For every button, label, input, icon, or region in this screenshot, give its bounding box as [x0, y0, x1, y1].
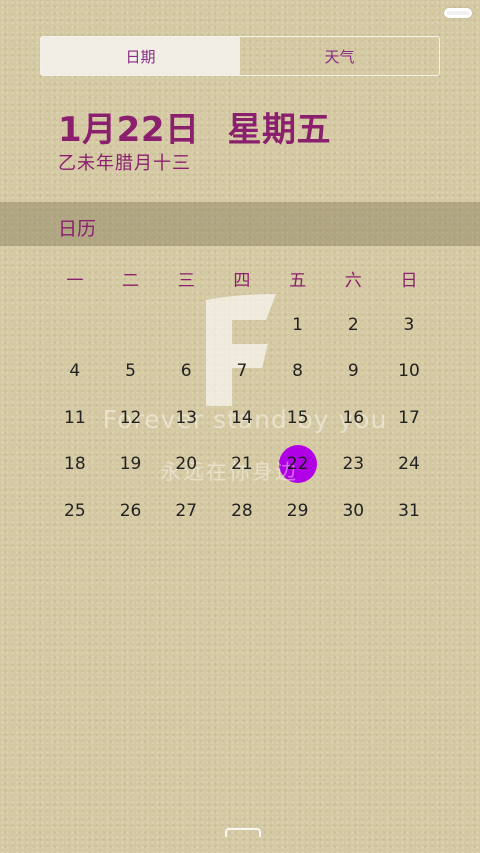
calendar-day-number: 13	[175, 407, 198, 428]
calendar-day[interactable]: 30	[325, 501, 381, 521]
calendar-day[interactable]: 5	[103, 361, 159, 381]
calendar-day[interactable]: 18	[47, 454, 103, 474]
calendar-day[interactable]: 2	[325, 315, 381, 335]
calendar-day-number: 8	[292, 361, 303, 382]
tab-bar: 日期 天气	[40, 36, 440, 76]
date-main: 1月22日	[58, 110, 200, 150]
tab-date[interactable]: 日期	[41, 37, 240, 75]
calendar-day-number: 30	[342, 500, 365, 521]
calendar-day-number: 15	[286, 407, 309, 428]
calendar-day[interactable]: 13	[158, 408, 214, 428]
calendar-day[interactable]: 24	[381, 454, 437, 474]
weekday-label: 五	[289, 270, 307, 291]
calendar-day[interactable]: 16	[325, 408, 381, 428]
tab-weather[interactable]: 天气	[240, 37, 439, 75]
calendar-day-number: 23	[342, 454, 365, 475]
weekday-header: 一 二 三 四 五 六 日	[47, 255, 437, 302]
date-weekday: 星期五	[227, 110, 331, 150]
calendar-day-number: 20	[175, 454, 198, 475]
calendar-day[interactable]: 26	[103, 501, 159, 521]
calendar-day[interactable]: 10	[381, 361, 437, 381]
calendar-day-number: 28	[231, 500, 253, 521]
calendar-day-number: 2	[347, 314, 359, 335]
calendar-day-number: 29	[286, 500, 309, 521]
lunar-date: 乙未年腊月十三	[58, 153, 191, 174]
calendar-week-row: 4 5 6 7 8 9 10	[47, 348, 437, 395]
calendar-day[interactable]: 3	[381, 315, 437, 335]
calendar-day-number: 12	[119, 407, 142, 428]
calendar-day[interactable]: 7	[214, 361, 270, 381]
calendar-day-number: 6	[180, 361, 192, 382]
calendar-day-today[interactable]: 22	[270, 445, 326, 484]
home-handle-icon[interactable]	[225, 828, 261, 837]
calendar-day-number: 10	[398, 361, 420, 382]
calendar-day[interactable]: 21	[214, 454, 270, 474]
calendar-week-row: 18 19 20 21 22 23 24	[47, 441, 437, 488]
calendar-day[interactable]: 28	[214, 501, 270, 521]
calendar-day[interactable]: 11	[47, 408, 103, 428]
calendar-day-number: 18	[64, 454, 86, 475]
calendar-day-number: 25	[64, 500, 86, 521]
calendar-day-number: 3	[403, 314, 415, 335]
calendar-day[interactable]: 27	[158, 501, 214, 521]
calendar-day-number: 16	[342, 407, 365, 428]
calendar-day-number: 26	[119, 500, 142, 521]
weekday-label: 六	[344, 270, 362, 291]
calendar-day-number: 22	[286, 454, 309, 475]
calendar-day-number: 9	[347, 361, 359, 382]
calendar-week-row: 11 12 13 14 15 16 17	[47, 395, 437, 442]
calendar-day[interactable]: 17	[381, 408, 437, 428]
calendar-day[interactable]: 15	[270, 408, 326, 428]
date-header: 1月22日 星期五	[58, 102, 331, 151]
calendar-day[interactable]: 12	[103, 408, 159, 428]
calendar-week-row: 1 2 3	[47, 302, 437, 349]
calendar-day-number: 27	[175, 500, 198, 521]
calendar-day[interactable]: 31	[381, 501, 437, 521]
calendar-day[interactable]: 1	[270, 315, 326, 335]
calendar-day[interactable]: 6	[158, 361, 214, 381]
weekday-label: 一	[66, 270, 84, 291]
calendar-day-number: 24	[398, 454, 420, 475]
calendar-grid: 一 二 三 四 五 六 日 1 2 3 4 5 6 7 8 9 10 11 12 13 14 15 16 17 1…	[47, 255, 437, 534]
weekday-label: 三	[177, 270, 195, 291]
calendar-day-number: 1	[292, 314, 303, 335]
calendar-day[interactable]: 29	[270, 501, 326, 521]
weekday-label: 日	[400, 270, 418, 291]
calendar-week-row: 25 26 27 28 29 30 31	[47, 488, 437, 535]
calendar-day-number: 4	[69, 361, 81, 382]
battery-icon	[444, 8, 472, 18]
calendar-section-bar: 日历	[0, 202, 480, 246]
calendar-day[interactable]: 8	[270, 361, 326, 381]
section-title: 日历	[58, 218, 97, 240]
calendar-day[interactable]: 19	[103, 454, 159, 474]
weekday-label: 四	[233, 270, 251, 291]
weekday-label: 二	[122, 270, 140, 291]
calendar-day-number: 7	[236, 361, 248, 382]
calendar-day-number: 5	[125, 361, 136, 382]
calendar-day[interactable]: 23	[325, 454, 381, 474]
calendar-day[interactable]: 25	[47, 501, 103, 521]
calendar-day-number: 21	[231, 454, 253, 475]
calendar-day-number: 19	[119, 454, 142, 475]
calendar-day[interactable]: 20	[158, 454, 214, 474]
calendar-day[interactable]: 9	[325, 361, 381, 381]
calendar-day-number: 17	[398, 407, 420, 428]
calendar-day-number: 11	[64, 407, 86, 428]
calendar-day[interactable]: 4	[47, 361, 103, 381]
calendar-day-number: 14	[231, 407, 253, 428]
calendar-day[interactable]: 14	[214, 408, 270, 428]
calendar-day-number: 31	[398, 500, 420, 521]
